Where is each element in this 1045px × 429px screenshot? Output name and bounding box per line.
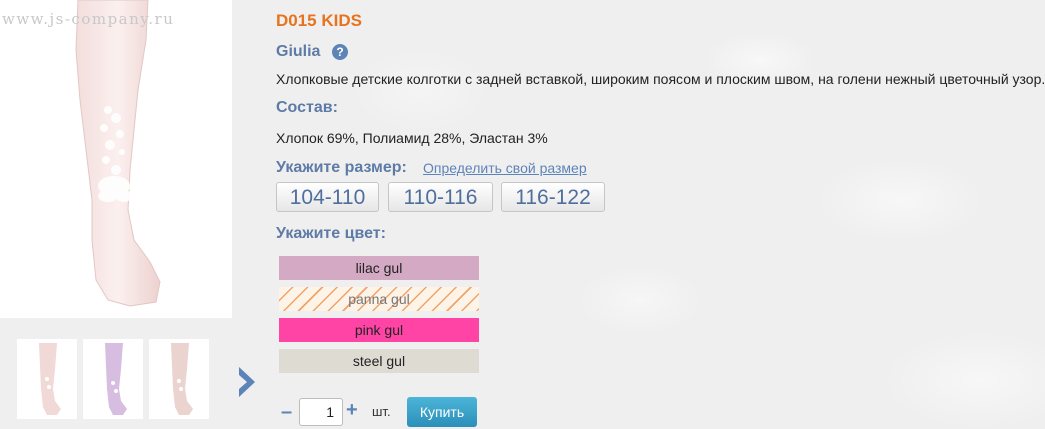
color-option-pink-gul[interactable]: pink gul <box>279 318 479 342</box>
question-circle-icon[interactable]: ? <box>332 44 348 60</box>
quantity-unit: шт. <box>372 404 391 419</box>
color-option-lilac-gul[interactable]: lilac gul <box>279 256 479 280</box>
composition-value: Хлопок 69%, Полиамид 28%, Эластан 3% <box>276 130 548 146</box>
thumbnail-image-pink <box>39 343 61 415</box>
watermark-text: www.js-company.ru <box>2 10 175 28</box>
thumbnail-1[interactable] <box>17 339 77 419</box>
size-option-110-116[interactable]: 110-116 <box>388 182 493 212</box>
buy-button[interactable]: Купить <box>407 397 477 427</box>
color-label: Укажите цвет: <box>276 225 386 242</box>
product-model: Giulia <box>276 43 321 60</box>
quantity-input[interactable]: 1 <box>299 398 343 426</box>
size-label: Укажите размер: <box>276 159 407 176</box>
size-option-116-122[interactable]: 116-122 <box>501 182 605 212</box>
product-description: Хлопковые детские колготки с задней вста… <box>276 71 1045 87</box>
thumbnail-2[interactable] <box>83 339 143 419</box>
composition-label: Состав: <box>276 99 338 116</box>
size-option-104-110[interactable]: 104-110 <box>276 182 379 212</box>
quantity-decrease-button[interactable]: – <box>281 401 292 424</box>
size-guide-link[interactable]: Определить свой размер <box>423 160 587 176</box>
quantity-increase-button[interactable]: + <box>346 399 358 422</box>
thumbnail-image-peach <box>171 343 193 415</box>
product-main-image[interactable]: www.js-company.ru <box>0 0 232 318</box>
color-option-panna-gul[interactable]: panna gul <box>279 287 479 311</box>
thumbnail-image-lilac <box>105 343 127 415</box>
chevron-right-icon[interactable] <box>236 364 258 400</box>
thumbnail-3[interactable] <box>149 339 209 419</box>
color-option-steel-gul[interactable]: steel gul <box>279 349 479 373</box>
product-title: D015 KIDS <box>276 11 362 30</box>
tights-image <box>75 0 161 307</box>
